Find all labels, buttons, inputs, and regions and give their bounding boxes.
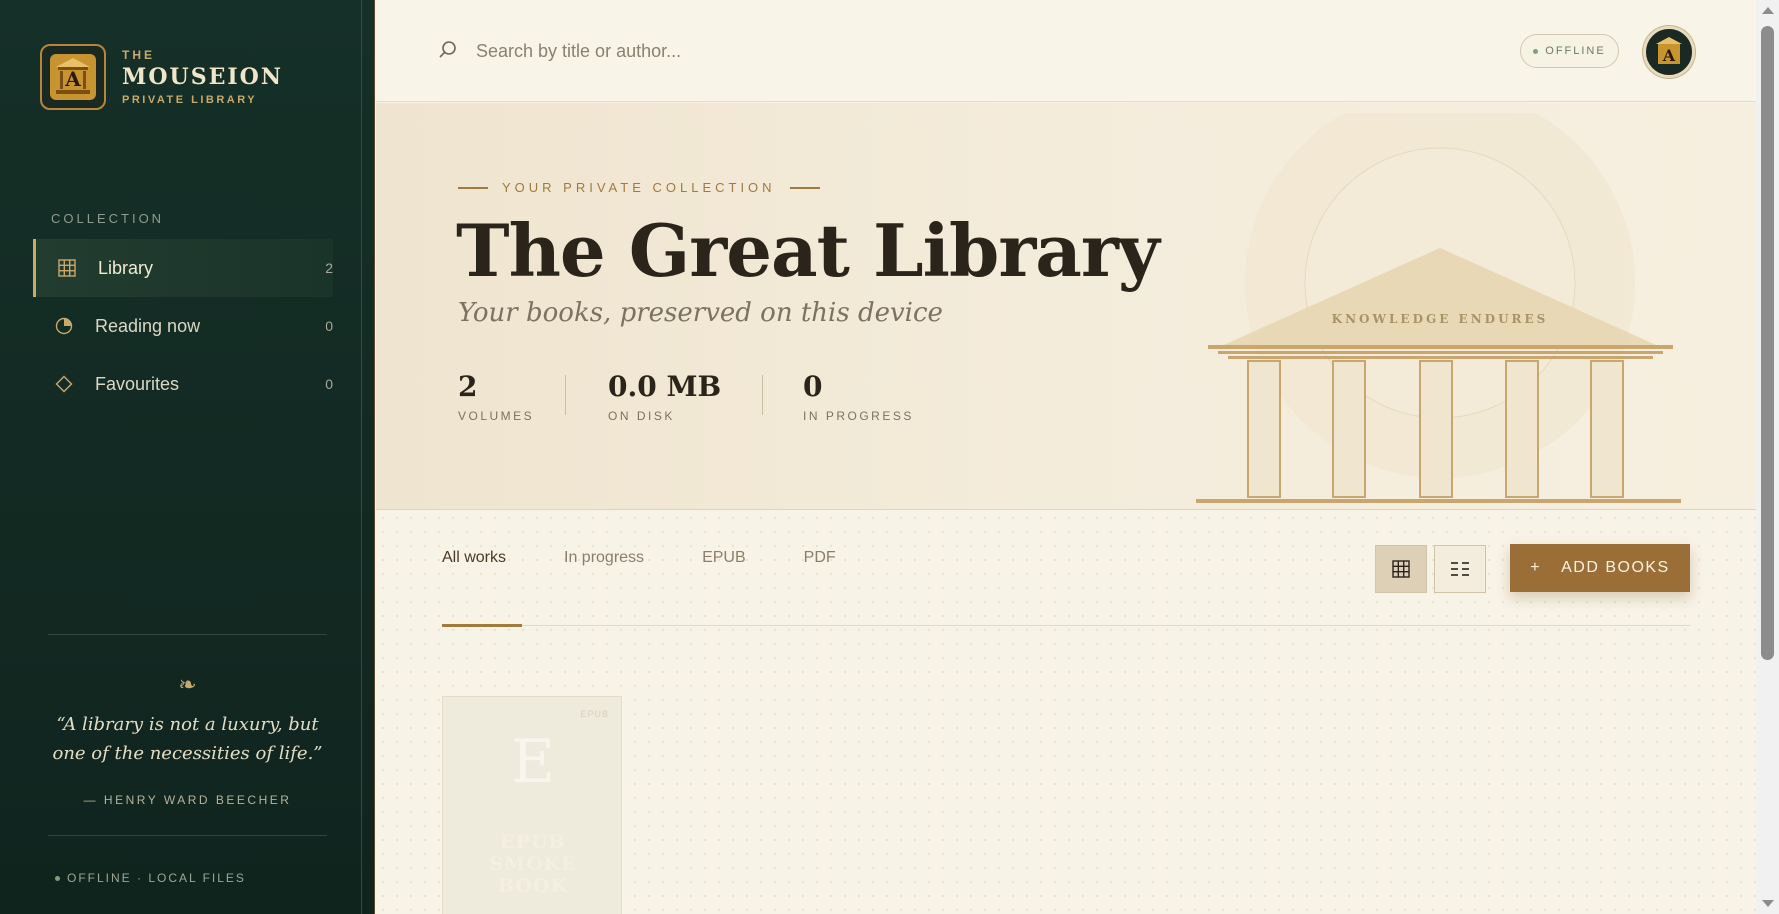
- list-icon: [1451, 562, 1469, 576]
- brand-the: THE: [122, 48, 155, 62]
- tab-pdf[interactable]: PDF: [804, 549, 836, 567]
- stat-value: 2: [458, 370, 478, 403]
- sidebar-item-count: 0: [325, 376, 333, 392]
- grid-icon: [56, 259, 78, 277]
- sidebar: A THE MOUSEION PRIVATE LIBRARY COLLECTIO…: [0, 0, 375, 914]
- stat-divider: [565, 375, 566, 415]
- book-format-badge: EPUB: [580, 709, 609, 719]
- brand[interactable]: A THE MOUSEION PRIVATE LIBRARY: [40, 44, 283, 110]
- plus-icon: +: [1530, 559, 1542, 576]
- stat-label: ON DISK: [608, 409, 675, 423]
- fleuron-icon: ❧: [178, 672, 197, 697]
- hero-eyebrow: YOUR PRIVATE COLLECTION: [458, 180, 820, 195]
- status-dot-icon: [1533, 48, 1539, 54]
- sidebar-item-library[interactable]: Library 2: [33, 239, 333, 297]
- grid-view-button[interactable]: [1375, 545, 1427, 593]
- svg-text:A: A: [64, 67, 81, 91]
- book-title-line: EPUB: [500, 831, 566, 853]
- search-input[interactable]: [476, 36, 1076, 66]
- eyebrow-rule: [789, 186, 820, 189]
- sidebar-item-reading-now[interactable]: Reading now 0: [33, 297, 333, 355]
- divider: [48, 835, 327, 836]
- book-cover-letter: E: [511, 727, 555, 797]
- offline-badge: OFFLINE: [1520, 34, 1619, 68]
- scroll-down-arrow-icon[interactable]: [1762, 900, 1774, 907]
- library-content: All works In progress EPUB PDF + ADD BOO…: [376, 511, 1756, 914]
- divider: [442, 625, 1690, 626]
- sidebar-item-label: Reading now: [95, 315, 201, 336]
- pie-icon: [53, 317, 75, 335]
- sidebar-status-text: OFFLINE · LOCAL FILES: [67, 871, 246, 885]
- book-title-line: SMOKE: [489, 853, 577, 875]
- hero-banner: YOUR PRIVATE COLLECTION The Great Librar…: [376, 103, 1756, 510]
- scrollbar[interactable]: [1756, 0, 1779, 914]
- tab-in-progress[interactable]: In progress: [564, 549, 644, 567]
- list-view-button[interactable]: [1434, 545, 1486, 593]
- sidebar-item-count: 0: [325, 318, 333, 334]
- sidebar-item-label: Favourites: [95, 373, 180, 394]
- status-dot-icon: [55, 876, 60, 882]
- book-cover-title: EPUB SMOKE BOOK: [443, 831, 621, 897]
- avatar[interactable]: A: [1643, 26, 1695, 78]
- filter-tabs: All works In progress EPUB PDF: [442, 549, 894, 567]
- offline-label: OFFLINE: [1545, 45, 1606, 57]
- eyebrow-rule: [458, 186, 488, 189]
- sidebar-item-count: 2: [325, 260, 333, 276]
- grid-icon: [1392, 560, 1410, 578]
- tab-epub[interactable]: EPUB: [702, 549, 746, 567]
- stat-label: VOLUMES: [458, 409, 535, 423]
- sidebar-item-label: Library: [98, 257, 154, 278]
- page-subtitle: Your books, preserved on this device: [458, 298, 943, 328]
- book-title-line: BOOK: [497, 875, 569, 897]
- brand-name: MOUSEION: [122, 64, 283, 90]
- active-tab-indicator: [442, 624, 522, 627]
- add-books-button[interactable]: + ADD BOOKS: [1510, 544, 1690, 592]
- sidebar-status: OFFLINE · LOCAL FILES: [55, 871, 246, 885]
- svg-text:A: A: [1662, 46, 1676, 65]
- page-title: The Great Library: [456, 208, 1160, 293]
- eyebrow-text: YOUR PRIVATE COLLECTION: [502, 180, 776, 195]
- sidebar-quote: “A library is not a luxury, but one of t…: [52, 714, 323, 764]
- stat-on-disk: 0.0 MB ON DISK: [608, 370, 721, 423]
- search-icon: [439, 41, 456, 58]
- stat-divider: [762, 375, 763, 415]
- temple-inscription: KNOWLEDGE ENDURES: [1332, 312, 1549, 326]
- temple-logo-icon: A: [40, 44, 106, 110]
- tab-all-works[interactable]: All works: [442, 549, 506, 567]
- divider: [48, 634, 327, 635]
- add-books-label: ADD BOOKS: [1561, 559, 1670, 576]
- stat-in-progress: 0 IN PROGRESS: [803, 370, 914, 423]
- stat-label: IN PROGRESS: [803, 409, 914, 423]
- brand-subtitle: PRIVATE LIBRARY: [122, 94, 258, 106]
- quote-author: — HENRY WARD BEECHER: [83, 793, 292, 807]
- sidebar-item-favourites[interactable]: Favourites 0: [33, 355, 333, 413]
- temple-illustration: KNOWLEDGE ENDURES: [1196, 113, 1681, 503]
- diamond-icon: [53, 375, 75, 393]
- stat-volumes: 2 VOLUMES: [458, 370, 534, 423]
- book-card[interactable]: EPUB E EPUB SMOKE BOOK: [442, 696, 622, 914]
- stat-value: 0.0 MB: [608, 370, 722, 403]
- stat-value: 0: [803, 370, 823, 403]
- scroll-up-arrow-icon[interactable]: [1762, 7, 1774, 14]
- top-bar: OFFLINE A: [376, 0, 1756, 102]
- scrollbar-thumb[interactable]: [1761, 26, 1774, 660]
- nav-heading: COLLECTION: [51, 211, 165, 226]
